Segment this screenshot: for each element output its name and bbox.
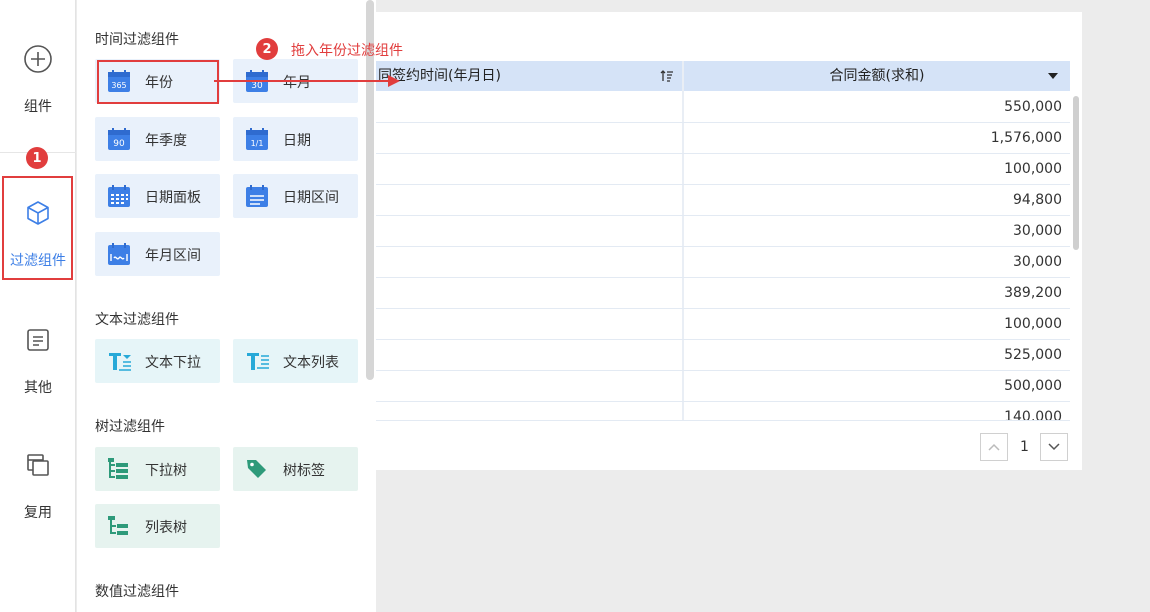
table-header-col1[interactable]: 同签约时间(年月日) — [376, 61, 682, 91]
table-row: 94,800 — [376, 185, 1070, 216]
tree-dropdown-icon — [107, 457, 131, 481]
col2-header-label: 合同金额(求和) — [829, 68, 925, 84]
table-row: 500,000 — [376, 371, 1070, 402]
comp-date-range-label: 日期区间 — [283, 190, 339, 206]
comp-dropdown-tree-label: 下拉树 — [145, 463, 187, 479]
section-title-text: 文本过滤组件 — [95, 312, 179, 328]
table-row: 30,000 — [376, 216, 1070, 247]
highlight-box-year — [97, 60, 219, 104]
calendar-quarter-icon-text: 90 — [113, 139, 125, 149]
plus-circle-icon — [23, 44, 53, 74]
table-cell-amount: 500,000 — [1004, 378, 1062, 394]
table-row: 140,000 — [376, 402, 1070, 420]
table-row: 30,000 — [376, 247, 1070, 278]
comp-date-panel[interactable]: 日期面板 — [95, 174, 220, 218]
rail-label-reuse: 复用 — [24, 505, 52, 521]
sort-icon[interactable] — [660, 61, 674, 91]
table-cell-amount: 30,000 — [1013, 223, 1062, 239]
step1-badge: 1 — [26, 147, 48, 169]
comp-text-dropdown-label: 文本下拉 — [145, 355, 201, 371]
table-cell-amount: 525,000 — [1004, 347, 1062, 363]
table-cell-amount: 30,000 — [1013, 254, 1062, 270]
copy-icon — [23, 450, 53, 480]
tree-list-icon — [107, 514, 131, 538]
pager-page-number: 1 — [1020, 439, 1029, 455]
table-row: 1,576,000 — [376, 123, 1070, 154]
section-title-number: 数值过滤组件 — [95, 584, 179, 600]
table-cell-amount: 550,000 — [1004, 99, 1062, 115]
left-rail: 组件 过滤组件 1 其他 复用 — [0, 0, 76, 612]
drag-arrow-icon — [214, 75, 400, 87]
table-header-col2[interactable]: 合同金额(求和) — [684, 61, 1070, 91]
table-row: 100,000 — [376, 309, 1070, 340]
table-cell-amount: 1,576,000 — [990, 130, 1062, 146]
rail-item-reuse[interactable]: 复用 — [0, 450, 76, 550]
table-row: 525,000 — [376, 340, 1070, 371]
calendar-date-icon: 1/1 — [245, 127, 269, 151]
caret-down-icon[interactable] — [1048, 61, 1058, 91]
rail-item-components[interactable]: 组件 — [0, 44, 76, 144]
pager-prev-button[interactable] — [980, 433, 1008, 461]
step2-badge: 2 — [256, 38, 278, 60]
comp-list-tree-label: 列表树 — [145, 520, 187, 536]
table-cell-amount: 94,800 — [1013, 192, 1062, 208]
calendar-month-range-icon — [107, 242, 131, 266]
tag-icon — [245, 457, 269, 481]
chevron-down-icon — [1048, 443, 1060, 451]
table-widget[interactable]: 同签约时间(年月日) 合同金额(求和) 550,000 1,576,000 10… — [376, 12, 1082, 470]
comp-text-list-label: 文本列表 — [283, 355, 339, 371]
comp-date-panel-label: 日期面板 — [145, 190, 201, 206]
calendar-range-icon — [245, 184, 269, 208]
table-cell-amount: 100,000 — [1004, 161, 1062, 177]
comp-year-quarter-label: 年季度 — [145, 133, 187, 149]
table-bottom-border — [376, 420, 1070, 421]
table-row: 389,200 — [376, 278, 1070, 309]
table-cell-amount: 100,000 — [1004, 316, 1062, 332]
rail-label-other: 其他 — [24, 380, 52, 396]
table-row: 550,000 — [376, 92, 1070, 123]
section-title-tree: 树过滤组件 — [95, 419, 165, 435]
calendar-quarter-icon: 90 — [107, 127, 131, 151]
comp-date[interactable]: 1/1 日期 — [233, 117, 358, 161]
comp-tree-tag-label: 树标签 — [283, 463, 325, 479]
rail-label-components: 组件 — [24, 99, 52, 115]
table-row: 100,000 — [376, 154, 1070, 185]
calendar-grid-icon — [107, 184, 131, 208]
comp-date-range[interactable]: 日期区间 — [233, 174, 358, 218]
text-list-icon — [245, 349, 269, 373]
comp-year-quarter[interactable]: 90 年季度 — [95, 117, 220, 161]
table-cell-amount: 389,200 — [1004, 285, 1062, 301]
table-scrollbar[interactable] — [1073, 96, 1079, 250]
comp-date-label: 日期 — [283, 133, 311, 149]
comp-year-month-range-label: 年月区间 — [145, 248, 201, 264]
comp-year-month-range[interactable]: 年月区间 — [95, 232, 220, 276]
pager-next-button[interactable] — [1040, 433, 1068, 461]
comp-text-list[interactable]: 文本列表 — [233, 339, 358, 383]
text-dropdown-icon — [107, 349, 131, 373]
table-cell-amount: 140,000 — [1004, 409, 1062, 420]
comp-dropdown-tree[interactable]: 下拉树 — [95, 447, 220, 491]
comp-tree-tag[interactable]: 树标签 — [233, 447, 358, 491]
comp-list-tree[interactable]: 列表树 — [95, 504, 220, 548]
rail-item-other[interactable]: 其他 — [0, 325, 76, 425]
highlight-box-filter-rail — [2, 176, 73, 280]
chevron-up-icon — [988, 443, 1000, 451]
comp-text-dropdown[interactable]: 文本下拉 — [95, 339, 220, 383]
section-title-time: 时间过滤组件 — [95, 32, 179, 48]
step2-annotation-text: 拖入年份过滤组件 — [291, 43, 403, 59]
document-icon — [23, 325, 53, 355]
calendar-date-icon-text: 1/1 — [251, 139, 264, 148]
